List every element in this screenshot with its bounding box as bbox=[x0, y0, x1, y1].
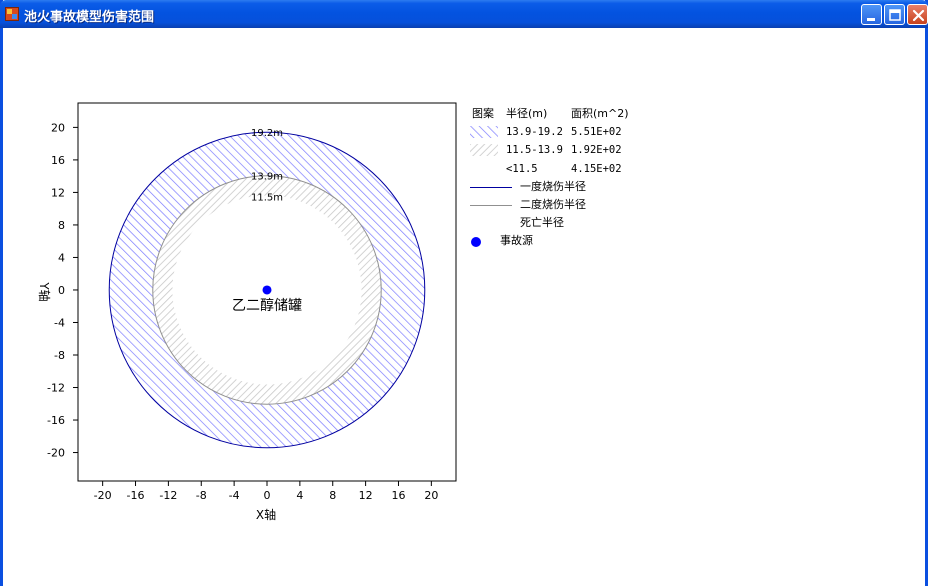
y-tick-label: 4 bbox=[58, 251, 65, 264]
legend-range: <11.5 bbox=[506, 163, 538, 175]
close-button[interactable] bbox=[907, 4, 928, 25]
x-tick-label: -16 bbox=[127, 489, 145, 502]
x-tick-label: -8 bbox=[196, 489, 207, 502]
legend-line-label: 二度烧伤半径 bbox=[520, 198, 586, 211]
y-tick-label: 8 bbox=[58, 219, 65, 232]
legend-header-radius: 半径(m) bbox=[506, 107, 548, 120]
x-axis-label: X轴 bbox=[256, 507, 276, 522]
damage-range-chart: -20 -16 -12 -8 -4 0 4 8 12 16 20 20 16 12 8 4 0 -4 -8 -12 -… bbox=[37, 102, 457, 522]
maximize-icon bbox=[889, 9, 901, 21]
legend-source-marker bbox=[471, 237, 481, 247]
x-tick-label: -12 bbox=[159, 489, 177, 502]
minimize-button[interactable] bbox=[861, 4, 882, 25]
source-label: 乙二醇储罐 bbox=[232, 297, 302, 314]
legend-line-second-degree bbox=[470, 205, 512, 206]
legend-line-label: 一度烧伤半径 bbox=[520, 180, 586, 193]
radius-label: 13.9m bbox=[251, 172, 283, 183]
legend-swatch-outer bbox=[470, 126, 498, 138]
close-icon bbox=[912, 9, 925, 22]
y-tick-label: -16 bbox=[47, 414, 65, 427]
legend: 图案 半径(m) 面积(m^2) 13.9-19.2 5.51E+02 11.5… bbox=[470, 106, 670, 256]
minimize-icon bbox=[867, 18, 875, 21]
x-tick-label: 8 bbox=[329, 489, 336, 502]
window-title: 池火事故模型伤害范围 bbox=[24, 10, 155, 25]
radius-label: 19.2m bbox=[251, 128, 283, 139]
x-tick-label: 12 bbox=[359, 489, 373, 502]
legend-range: 13.9-19.2 bbox=[506, 126, 563, 138]
y-tick-label: -12 bbox=[47, 382, 65, 395]
y-tick-label: -4 bbox=[54, 316, 65, 329]
x-tick-label: -4 bbox=[229, 489, 240, 502]
y-tick-label: 0 bbox=[58, 284, 65, 297]
y-tick-label: -8 bbox=[54, 349, 65, 362]
legend-area: 5.51E+02 bbox=[571, 126, 622, 138]
y-tick-label: -20 bbox=[47, 447, 65, 460]
accident-source-marker bbox=[262, 285, 272, 295]
title-bar[interactable]: 池火事故模型伤害范围 bbox=[0, 0, 928, 28]
legend-range: 11.5-13.9 bbox=[506, 144, 563, 156]
legend-header-area: 面积(m^2) bbox=[571, 107, 629, 120]
y-axis-label: Y轴 bbox=[37, 281, 52, 301]
legend-line-label: 死亡半径 bbox=[520, 216, 564, 229]
x-tick-label: 4 bbox=[296, 489, 303, 502]
x-tick-label: 16 bbox=[391, 489, 405, 502]
app-icon[interactable] bbox=[5, 7, 19, 21]
radius-label: 11.5m bbox=[251, 193, 283, 204]
y-tick-label: 12 bbox=[51, 186, 65, 199]
legend-area: 4.15E+02 bbox=[571, 163, 622, 175]
x-tick-label: -20 bbox=[94, 489, 112, 502]
legend-header-pattern: 图案 bbox=[472, 107, 494, 120]
y-tick-label: 16 bbox=[51, 154, 65, 167]
x-tick-label: 0 bbox=[264, 489, 271, 502]
x-tick-label: 20 bbox=[424, 489, 438, 502]
y-tick-label: 20 bbox=[51, 121, 65, 134]
maximize-button[interactable] bbox=[884, 4, 905, 25]
legend-source-label: 事故源 bbox=[500, 234, 533, 247]
legend-line-first-degree bbox=[470, 187, 512, 188]
legend-area: 1.92E+02 bbox=[571, 144, 622, 156]
legend-swatch-inner bbox=[470, 144, 498, 156]
